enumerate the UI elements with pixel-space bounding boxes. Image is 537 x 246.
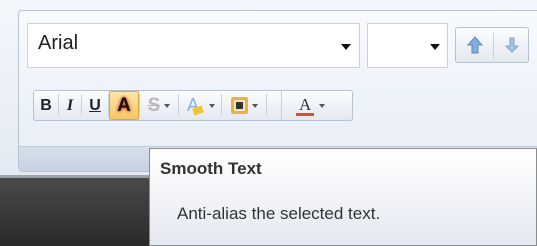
chevron-down-icon[interactable] (341, 44, 351, 50)
font-color-icon: A (296, 95, 314, 117)
chevron-down-icon[interactable] (430, 44, 440, 50)
underline-button[interactable]: U (82, 91, 108, 120)
format-button-group: B I U A S A A (33, 90, 353, 121)
shrink-font-button[interactable] (494, 28, 529, 62)
italic-label: I (66, 96, 74, 114)
smooth-text-label: A (117, 94, 131, 116)
font-name-value: Arial (38, 32, 79, 54)
font-size-dropdown[interactable] (367, 23, 448, 68)
font-size-step-group (455, 27, 529, 63)
text-highlight-button[interactable]: A (179, 91, 221, 120)
strikethrough-button[interactable]: S (140, 91, 178, 120)
chevron-down-icon[interactable] (209, 103, 215, 108)
chevron-down-icon[interactable] (319, 103, 325, 108)
tooltip: Smooth Text Anti-alias the selected text… (149, 148, 537, 246)
italic-button[interactable]: I (59, 91, 81, 120)
text-effects-button[interactable] (222, 91, 266, 120)
font-color-button[interactable]: A (281, 91, 339, 120)
underline-label: U (89, 96, 101, 114)
shrink-font-icon (504, 37, 519, 53)
bold-button[interactable]: B (34, 91, 58, 120)
smooth-text-button[interactable]: A (109, 91, 139, 120)
grow-font-button[interactable] (456, 28, 493, 62)
chevron-down-icon[interactable] (251, 103, 258, 108)
bold-label: B (40, 96, 52, 114)
tooltip-description: Anti-alias the selected text. (177, 204, 381, 223)
text-effects-icon (230, 97, 248, 114)
font-color-bar (296, 112, 314, 116)
tooltip-title: Smooth Text (160, 159, 262, 178)
font-color-label: A (299, 94, 312, 114)
chevron-down-icon[interactable] (164, 103, 171, 108)
grow-font-icon (466, 36, 483, 54)
font-name-dropdown[interactable]: Arial (27, 23, 360, 68)
highlight-icon: A (185, 95, 205, 117)
strikethrough-label: S (147, 94, 161, 116)
